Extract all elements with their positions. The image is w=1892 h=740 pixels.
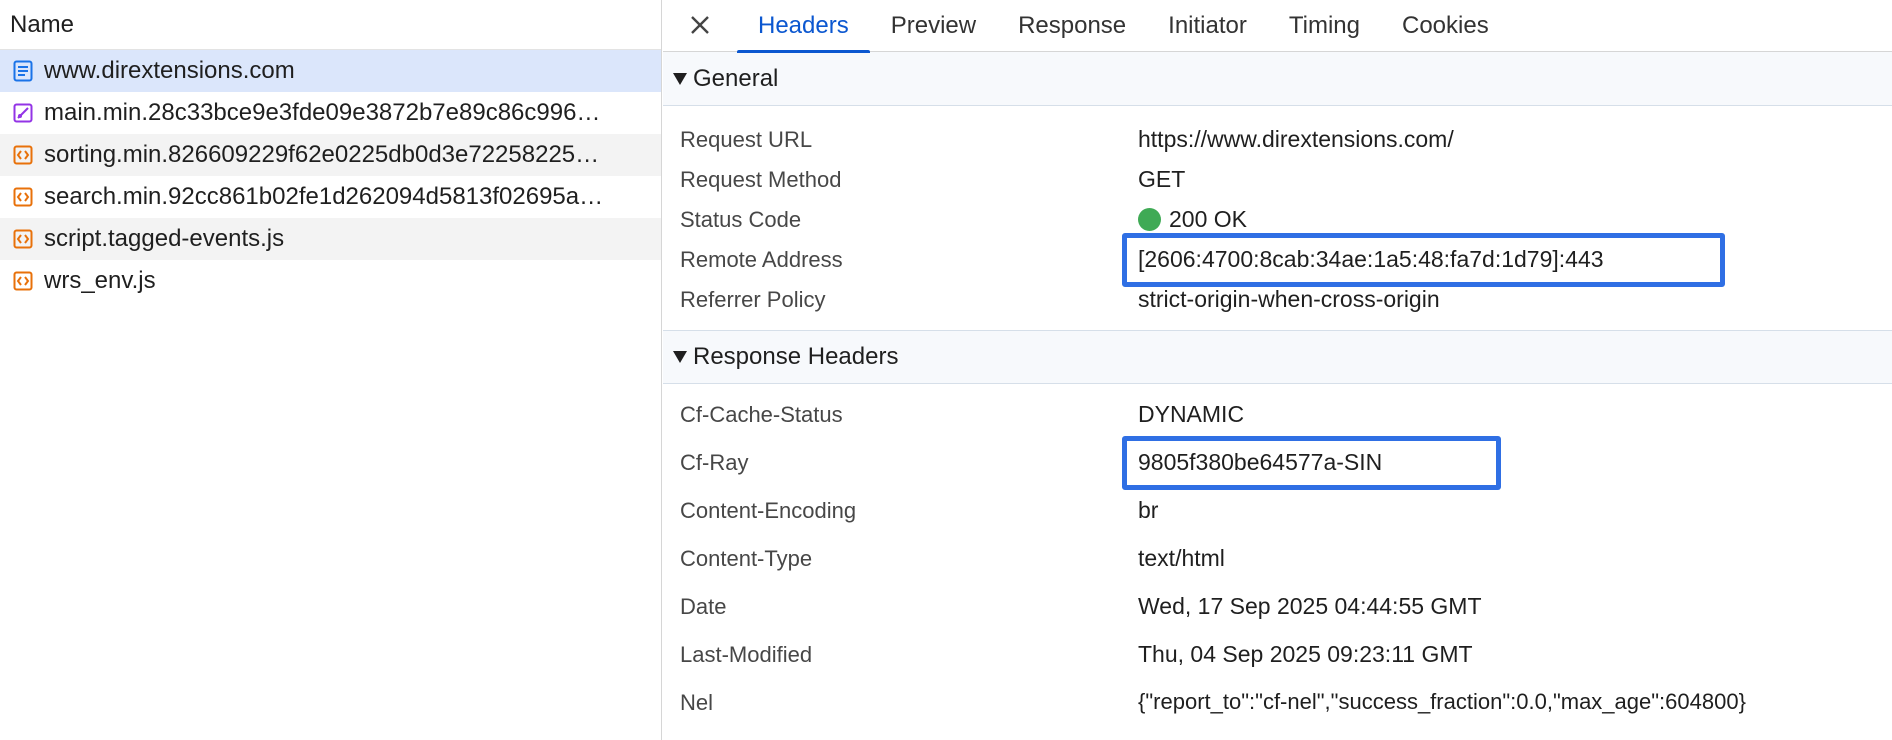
tab-preview[interactable]: Preview	[870, 0, 997, 52]
document-icon	[12, 60, 34, 82]
general-section-body: Request URL https://www.dirextensions.co…	[663, 106, 1892, 330]
script-icon	[12, 144, 34, 166]
status-ok-icon	[1138, 208, 1161, 231]
general-section-header[interactable]: General	[663, 52, 1892, 106]
stylesheet-icon	[12, 102, 34, 124]
request-name: sorting.min.826609229f62e0225db0d3e72258…	[44, 141, 600, 168]
header-key: Remote Address	[680, 247, 843, 272]
general-section-title: General	[693, 64, 779, 92]
details-tabbar: Headers Preview Response Initiator Timin…	[663, 0, 1892, 53]
header-key: Status Code	[680, 207, 802, 232]
status-value: 200 OK	[1138, 206, 1247, 233]
request-name: wrs_env.js	[44, 267, 156, 294]
header-value: text/html	[1138, 545, 1225, 571]
tab-cookies[interactable]: Cookies	[1381, 0, 1510, 52]
header-value: GET	[1138, 166, 1186, 192]
status-code-text: 200 OK	[1169, 206, 1247, 232]
header-key: Date	[680, 594, 727, 619]
header-value: strict-origin-when-cross-origin	[1138, 286, 1440, 312]
header-key: Content-Type	[680, 546, 813, 571]
tab-headers[interactable]: Headers	[737, 0, 870, 53]
details-tabs: Headers Preview Response Initiator Timin…	[737, 0, 1510, 53]
header-key: Request Method	[680, 167, 842, 192]
highlight-box	[1122, 233, 1725, 287]
tab-timing[interactable]: Timing	[1268, 0, 1381, 52]
header-key: Request URL	[680, 127, 813, 152]
header-value: DYNAMIC	[1138, 401, 1245, 427]
header-value: https://www.dirextensions.com/	[1138, 126, 1454, 152]
header-key: Content-Encoding	[680, 498, 857, 523]
header-value: br	[1138, 497, 1159, 523]
request-row[interactable]: main.min.28c33bce9e3fde09e3872b7e89c86c9…	[0, 92, 661, 134]
collapse-triangle-icon	[673, 72, 687, 85]
request-details-panel: Headers Preview Response Initiator Timin…	[663, 0, 1892, 740]
request-row[interactable]: script.tagged-events.js	[0, 218, 661, 260]
request-row[interactable]: sorting.min.826609229f62e0225db0d3e72258…	[0, 134, 661, 176]
script-icon	[12, 270, 34, 292]
header-value: Thu, 04 Sep 2025 09:23:11 GMT	[1138, 641, 1473, 667]
response-headers-section-body: Cf-Cache-Status DYNAMIC Cf-Ray 9805f380b…	[663, 384, 1892, 740]
request-name: search.min.92cc861b02fe1d262094d5813f026…	[44, 183, 604, 210]
highlight-box	[1122, 436, 1501, 490]
request-row[interactable]: wrs_env.js	[0, 260, 661, 302]
request-list-panel: Name www.dirextensions.com main.min.28c3…	[0, 0, 662, 740]
request-name: main.min.28c33bce9e3fde09e3872b7e89c86c9…	[44, 99, 601, 126]
tab-response[interactable]: Response	[997, 0, 1147, 52]
collapse-triangle-icon	[673, 351, 687, 363]
request-name: script.tagged-events.js	[44, 225, 285, 252]
close-icon[interactable]	[685, 10, 715, 40]
header-key: Last-Modified	[680, 642, 813, 667]
header-value: {"report_to":"cf-nel","success_fraction"…	[1138, 689, 1746, 714]
header-key: Nel	[680, 690, 714, 715]
script-icon	[12, 228, 34, 250]
header-key: Cf-Cache-Status	[680, 402, 843, 427]
response-headers-section-title: Response Headers	[693, 343, 899, 370]
header-key: Referrer Policy	[680, 287, 826, 312]
tab-initiator[interactable]: Initiator	[1147, 0, 1268, 52]
request-name: www.dirextensions.com	[44, 57, 295, 84]
request-row[interactable]: search.min.92cc861b02fe1d262094d5813f026…	[0, 176, 661, 218]
response-headers-section-header[interactable]: Response Headers	[663, 330, 1892, 384]
script-icon	[12, 186, 34, 208]
header-key: Cf-Ray	[680, 450, 749, 475]
name-column-header[interactable]: Name	[0, 0, 661, 50]
header-value: Wed, 17 Sep 2025 04:44:55 GMT	[1138, 593, 1482, 619]
request-row[interactable]: www.dirextensions.com	[0, 50, 661, 92]
